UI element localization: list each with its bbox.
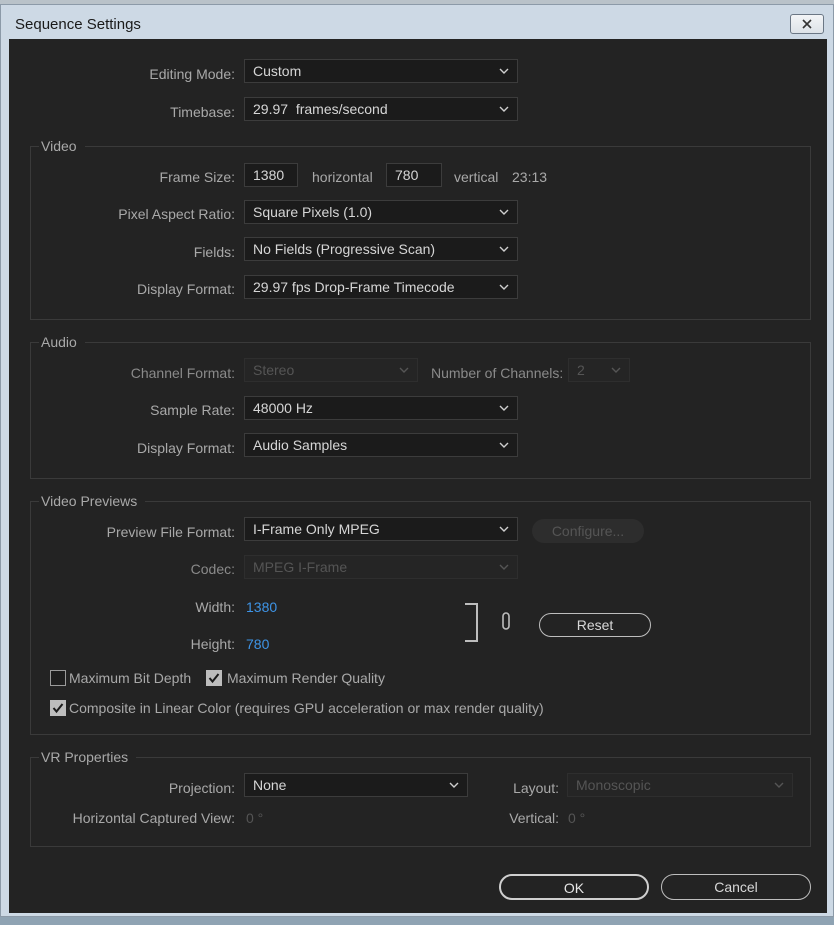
codec-value: MPEG I-Frame <box>253 559 348 575</box>
horizontal-view-value: 0 ° <box>246 810 264 826</box>
fields-dropdown[interactable]: No Fields (Progressive Scan) <box>244 237 518 261</box>
video-display-format-value: 29.97 fps Drop-Frame Timecode <box>253 279 455 295</box>
chevron-down-icon <box>499 442 509 448</box>
pixel-aspect-label: Pixel Aspect Ratio: <box>118 206 235 222</box>
editing-mode-value: Custom <box>253 63 302 79</box>
checkmark-icon <box>208 673 220 684</box>
taskbar-strip <box>0 917 834 925</box>
dialog-body: Editing Mode: Custom Timebase: 29.97 fra… <box>9 39 827 913</box>
max-render-quality-checkbox[interactable] <box>206 670 222 686</box>
preview-height-value[interactable]: 780 <box>246 636 269 652</box>
channel-format-label: Channel Format: <box>130 365 235 381</box>
chevron-down-icon <box>449 782 459 788</box>
frame-size-label: Frame Size: <box>159 169 235 185</box>
layout-value: Monoscopic <box>576 777 651 793</box>
chevron-down-icon <box>399 367 409 373</box>
chevron-down-icon <box>499 209 509 215</box>
dialog-title: Sequence Settings <box>15 16 141 33</box>
composite-linear-label: Composite in Linear Color (requires GPU … <box>69 700 544 716</box>
audio-group-title: Audio <box>39 334 85 350</box>
preview-format-dropdown[interactable]: I-Frame Only MPEG <box>244 517 518 541</box>
audio-display-format-value: Audio Samples <box>253 437 348 453</box>
video-group-title: Video <box>39 138 85 154</box>
configure-button[interactable]: Configure... <box>532 519 644 543</box>
audio-display-format-dropdown[interactable]: Audio Samples <box>244 433 518 457</box>
projection-label: Projection: <box>168 780 235 796</box>
editing-mode-dropdown[interactable]: Custom <box>244 59 518 83</box>
chevron-down-icon <box>499 564 509 570</box>
video-display-format-label: Display Format: <box>136 281 235 297</box>
num-channels-value: 2 <box>577 362 585 378</box>
vertical-view-label: Vertical: <box>509 810 559 826</box>
horizontal-view-label: Horizontal Captured View: <box>72 810 235 826</box>
chevron-down-icon <box>499 526 509 532</box>
audio-display-format-label: Display Format: <box>136 440 235 456</box>
timebase-dropdown[interactable]: 29.97 frames/second <box>244 97 518 121</box>
max-render-quality-label: Maximum Render Quality <box>227 670 385 686</box>
vr-properties-group-title: VR Properties <box>39 749 137 765</box>
sample-rate-value: 48000 Hz <box>253 400 313 416</box>
vertical-view-value: 0 ° <box>568 810 586 826</box>
chevron-down-icon <box>499 106 509 112</box>
link-bracket <box>465 603 478 642</box>
frame-width-input[interactable]: 1380 <box>244 163 298 187</box>
chevron-down-icon <box>611 367 621 373</box>
editing-mode-label: Editing Mode: <box>149 66 235 82</box>
vertical-label: vertical <box>454 169 499 185</box>
projection-value: None <box>253 777 287 793</box>
horizontal-label: horizontal <box>312 169 373 185</box>
layout-dropdown[interactable]: Monoscopic <box>567 773 793 797</box>
checkmark-icon <box>52 703 64 714</box>
sample-rate-label: Sample Rate: <box>150 402 235 418</box>
reset-button[interactable]: Reset <box>539 613 651 637</box>
ok-button[interactable]: OK <box>499 874 649 900</box>
pixel-aspect-dropdown[interactable]: Square Pixels (1.0) <box>244 200 518 224</box>
close-icon <box>802 19 812 29</box>
preview-format-label: Preview File Format: <box>106 524 235 540</box>
pixel-aspect-value: Square Pixels (1.0) <box>253 204 373 220</box>
chevron-down-icon <box>774 782 784 788</box>
layout-label: Layout: <box>513 780 559 796</box>
frame-height-input[interactable]: 780 <box>386 163 442 187</box>
codec-dropdown[interactable]: MPEG I-Frame <box>244 555 518 579</box>
video-display-format-dropdown[interactable]: 29.97 fps Drop-Frame Timecode <box>244 275 518 299</box>
preview-height-label: Height: <box>190 636 235 652</box>
max-bit-depth-checkbox[interactable] <box>50 670 66 686</box>
preview-format-value: I-Frame Only MPEG <box>253 521 380 537</box>
num-channels-label: Number of Channels: <box>431 365 564 381</box>
codec-label: Codec: <box>190 561 235 577</box>
chevron-down-icon <box>499 68 509 74</box>
vr-properties-group <box>30 757 811 847</box>
close-button[interactable] <box>790 14 824 34</box>
title-bar[interactable]: Sequence Settings <box>1 5 833 39</box>
chevron-down-icon <box>499 405 509 411</box>
fields-label: Fields: <box>193 244 235 260</box>
link-icon[interactable] <box>500 611 512 631</box>
projection-dropdown[interactable]: None <box>244 773 468 797</box>
channel-format-value: Stereo <box>253 362 295 378</box>
preview-width-value[interactable]: 1380 <box>246 599 277 615</box>
sample-rate-dropdown[interactable]: 48000 Hz <box>244 396 518 420</box>
chevron-down-icon <box>499 246 509 252</box>
chevron-down-icon <box>499 284 509 290</box>
fields-value: No Fields (Progressive Scan) <box>253 241 436 257</box>
timebase-value: 29.97 frames/second <box>253 101 388 117</box>
timebase-label: Timebase: <box>170 104 235 120</box>
video-previews-group-title: Video Previews <box>39 493 146 509</box>
max-bit-depth-label: Maximum Bit Depth <box>69 670 192 686</box>
cancel-button[interactable]: Cancel <box>661 874 811 900</box>
channel-format-dropdown[interactable]: Stereo <box>244 358 418 382</box>
sequence-settings-dialog: Sequence Settings Editing Mode: Custom T… <box>0 4 834 917</box>
aspect-ratio-value: 23:13 <box>512 169 548 185</box>
preview-width-label: Width: <box>195 599 235 615</box>
num-channels-dropdown[interactable]: 2 <box>568 358 630 382</box>
composite-linear-checkbox[interactable] <box>50 700 66 716</box>
